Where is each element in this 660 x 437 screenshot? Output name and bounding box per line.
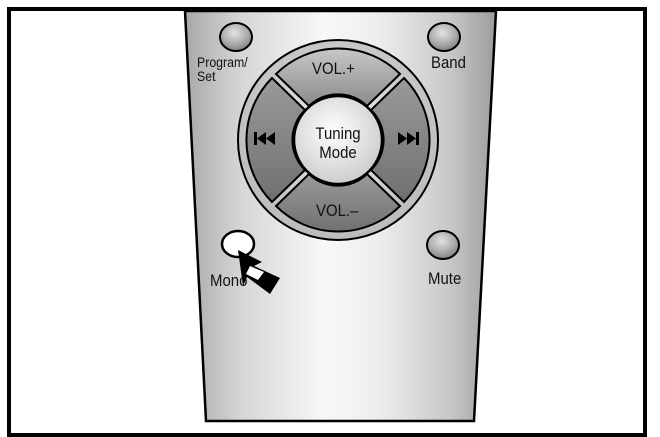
mute-label: Mute <box>428 269 462 288</box>
program-set-button <box>219 22 253 52</box>
band-button <box>427 22 461 52</box>
mode-label-line2: Mode <box>319 143 357 162</box>
set-label-line2: Set <box>197 68 216 84</box>
vol-up-label: VOL.+ <box>312 59 355 78</box>
vol-down-label: VOL.– <box>316 201 359 220</box>
program-set-label: Program/ Set <box>197 55 248 83</box>
band-label: Band <box>431 53 466 72</box>
mono-label: Mono <box>210 271 248 290</box>
mute-button <box>426 230 460 260</box>
tuning-mode-label: Tuning Mode <box>307 124 369 162</box>
tuning-label-line1: Tuning <box>315 124 361 143</box>
remote-diagram: Program/ Set Band VOL.+ VOL.– Tuning Mod… <box>0 0 660 437</box>
mono-button <box>220 229 256 259</box>
